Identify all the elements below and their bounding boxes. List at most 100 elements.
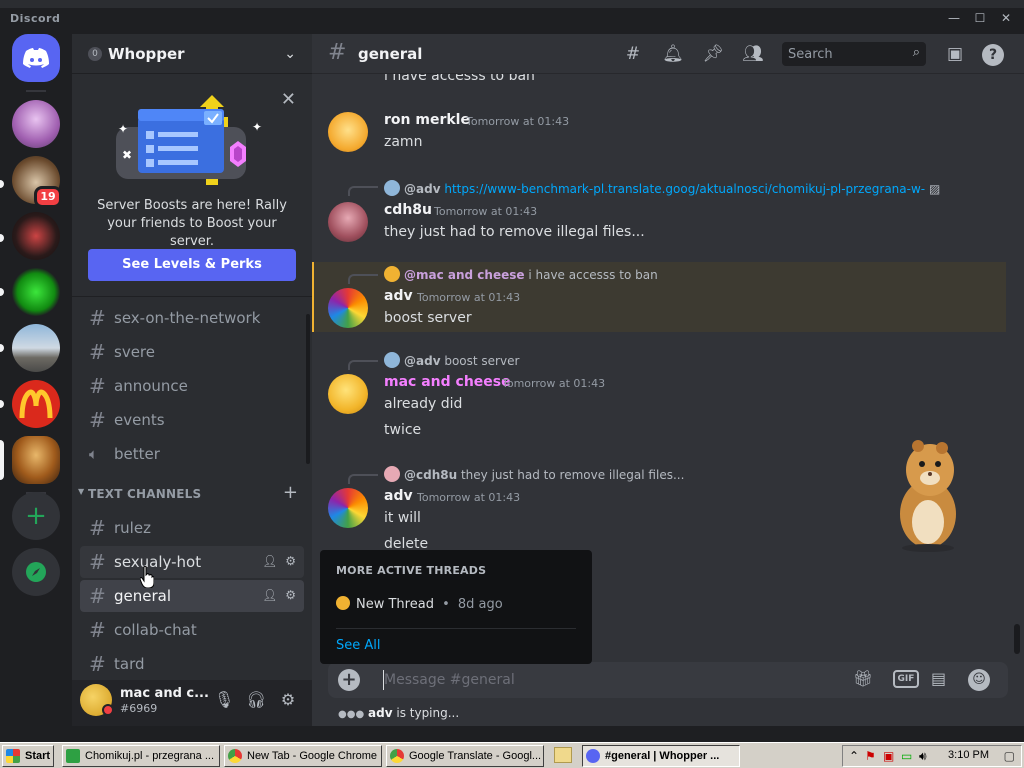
channel-item[interactable]: # sexualy-hot 👤︎ ⚙ (80, 546, 304, 578)
channel-item[interactable]: # sex-on-the-network (80, 302, 304, 334)
message-input[interactable] (384, 670, 804, 690)
headphones-icon[interactable]: 🎧︎ (246, 690, 266, 710)
sidebar-scrollbar[interactable] (306, 314, 310, 464)
network-icon[interactable]: ▭ (901, 749, 912, 763)
hamster-sticker-icon (900, 440, 956, 552)
start-button[interactable]: Start (2, 745, 54, 767)
server-icon-6[interactable] (12, 380, 60, 428)
volume-icon[interactable]: 🔊︎ (919, 749, 927, 764)
chat-scrollbar[interactable] (1014, 624, 1020, 654)
hash-icon: # (89, 652, 106, 676)
chrome-icon (390, 749, 404, 763)
server-icon-3[interactable] (12, 212, 60, 260)
avatar[interactable] (328, 374, 368, 414)
server-header[interactable]: 0 Whopper ⌄ (72, 34, 312, 74)
emoji-icon[interactable]: ☺ (968, 669, 990, 691)
reply-preview[interactable]: @adv boost server (384, 352, 519, 368)
search-box[interactable]: ⌕ (782, 42, 926, 66)
reply-link[interactable]: https://www-benchmark-pl.translate.goog/… (444, 182, 925, 196)
category-text-channels[interactable]: ▼ TEXT CHANNELS + (76, 482, 308, 506)
avatar[interactable] (328, 202, 368, 242)
channel-item[interactable]: # svere (80, 336, 304, 368)
gear-icon[interactable]: ⚙ (285, 588, 296, 602)
username: mac and c... (120, 686, 209, 701)
taskbar-label: Chomikuj.pl - przegrana ... (85, 750, 214, 762)
typing-indicator: ●●● adv is typing... (338, 706, 459, 720)
channel-item[interactable]: # announce (80, 370, 304, 402)
thread-item[interactable]: New Thread • 8d ago (336, 596, 503, 612)
message-author[interactable]: adv (384, 488, 413, 504)
discord-logo-icon (23, 48, 49, 68)
channel-item[interactable]: # collab-chat (80, 614, 304, 646)
document-icon (66, 749, 80, 763)
message-author[interactable]: mac and cheese (384, 374, 511, 390)
server-icon-whopper[interactable] (12, 436, 60, 484)
sticker-icon[interactable]: ▤ (931, 669, 946, 691)
avatar[interactable] (328, 112, 368, 152)
create-channel-icon[interactable]: + (283, 482, 298, 503)
channel-item[interactable]: # general 👤︎ ⚙ (80, 580, 304, 612)
server-icon-1[interactable] (12, 100, 60, 148)
close-window-icon[interactable]: ✕ (998, 11, 1014, 25)
see-levels-perks-button[interactable]: See Levels & Perks (88, 249, 296, 281)
see-all-link[interactable]: See All (336, 638, 381, 653)
taskbar-item[interactable]: Chomikuj.pl - przegrana ... (62, 745, 220, 767)
member-list-icon[interactable]: 👥︎ (742, 44, 764, 66)
chevron-down-icon: ⌄ (284, 46, 296, 62)
avatar[interactable] (328, 288, 368, 328)
channel-sidebar: 0 Whopper ⌄ ✕ ✦ ✦ ✖ Server Boosts are he… (72, 34, 312, 726)
show-desktop-icon[interactable]: ▢ (1004, 749, 1015, 763)
message-author[interactable]: ron merkle (384, 112, 470, 128)
security-icon[interactable]: ▣ (883, 749, 894, 763)
server-icon-4[interactable] (12, 268, 60, 316)
gear-icon[interactable]: ⚙ (278, 690, 298, 710)
invite-icon[interactable]: 👤︎ (262, 554, 277, 568)
pin-icon[interactable]: 📌︎ (702, 44, 724, 66)
discord-home-button[interactable] (12, 34, 60, 82)
chrome-icon (228, 749, 242, 763)
search-input[interactable] (788, 45, 898, 63)
minimize-icon[interactable]: — (946, 11, 962, 25)
hash-icon: # (89, 306, 106, 330)
message-timestamp: Tomorrow at 01:43 (417, 491, 521, 504)
explore-servers-button[interactable] (12, 548, 60, 596)
avatar (384, 266, 400, 282)
taskbar-item[interactable]: Google Translate - Googl... (386, 745, 544, 767)
inbox-icon[interactable]: ▣ (944, 44, 966, 66)
message-author[interactable]: adv (384, 288, 413, 304)
invite-icon[interactable]: 👤︎ (262, 588, 277, 602)
microphone-icon[interactable]: 🎙︎ (214, 690, 234, 710)
folder-icon[interactable] (554, 747, 572, 763)
taskbar-item[interactable]: New Tab - Google Chrome (224, 745, 382, 767)
maximize-icon[interactable]: ☐ (972, 11, 988, 25)
taskbar-item-active[interactable]: #general | Whopper ... (582, 745, 740, 767)
gear-icon[interactable]: ⚙ (285, 554, 296, 568)
help-icon[interactable]: ? (982, 44, 1004, 66)
reply-preview[interactable]: @cdh8u they just had to remove illegal f… (384, 466, 684, 482)
attach-plus-icon[interactable]: + (338, 669, 360, 691)
server-rail: 19 + (0, 34, 72, 726)
flag-icon[interactable]: ⚑ (865, 749, 876, 763)
channel-label: collab-chat (114, 621, 197, 639)
channel-item[interactable]: # rulez (80, 512, 304, 544)
gif-icon[interactable]: GIF (893, 670, 919, 688)
threads-icon[interactable]: # (622, 44, 644, 66)
voice-channel-item[interactable]: 🔈︎ better (80, 438, 304, 470)
close-icon[interactable]: ✕ (281, 89, 296, 110)
avatar[interactable] (328, 488, 368, 528)
rail-separator (26, 90, 46, 92)
channel-item[interactable]: # tard (80, 648, 304, 680)
tray-expand-icon[interactable]: ⌃ (849, 749, 859, 763)
server-icon-5[interactable] (12, 324, 60, 372)
reply-spine (348, 186, 378, 196)
reply-preview[interactable]: @mac and cheese i have accesss to ban (384, 266, 658, 282)
bell-icon[interactable]: 🔔︎ (662, 44, 684, 66)
message-author[interactable]: cdh8u (384, 202, 432, 218)
message-text: they just had to remove illegal files... (384, 224, 645, 240)
reply-preview[interactable]: @adv https://www-benchmark-pl.translate.… (384, 180, 940, 196)
add-server-button[interactable]: + (12, 492, 60, 540)
svg-text:✦: ✦ (118, 122, 128, 136)
gift-icon[interactable]: 🎁︎ (853, 669, 873, 691)
channel-item[interactable]: # events (80, 404, 304, 436)
message-text: i have accesss to ban (384, 74, 535, 84)
